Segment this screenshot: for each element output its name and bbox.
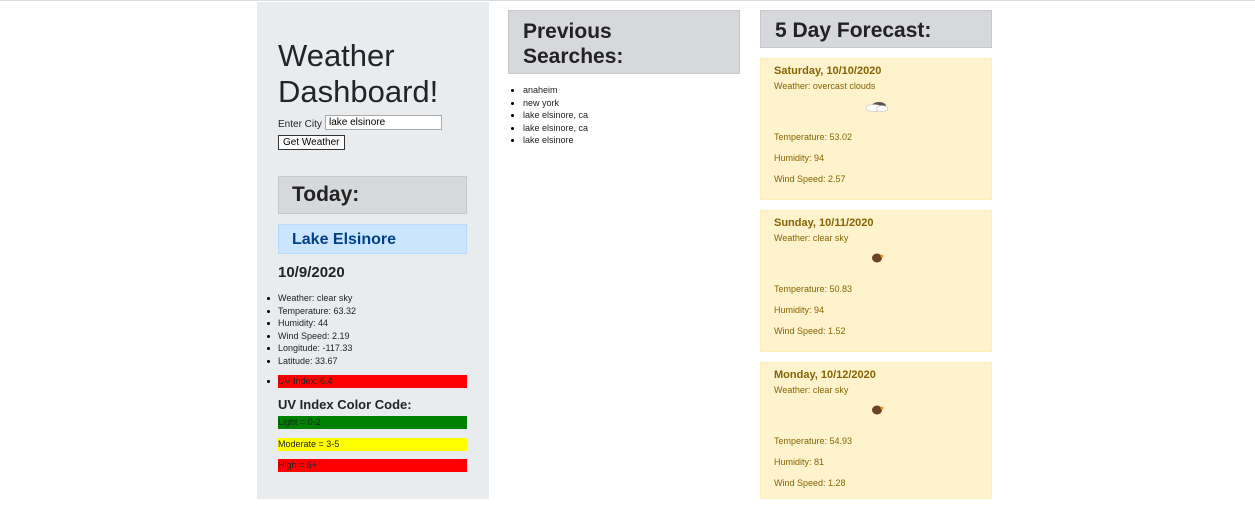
forecast-wind-speed: Wind Speed: 1.52 — [774, 326, 846, 336]
forecast-temperature: Temperature: 53.02 — [774, 132, 853, 142]
page-title: Weather Dashboard! — [278, 38, 468, 110]
previous-searches-heading: Previous Searches: — [523, 20, 624, 68]
previous-searches-header: Previous Searches: — [508, 10, 740, 74]
current-city-box: Lake Elsinore — [278, 224, 467, 254]
forecast-humidity: Humidity: 94 — [774, 305, 825, 315]
page-title-text: Weather Dashboard! — [278, 38, 439, 109]
today-header: Today: — [278, 176, 467, 214]
forecast-date: Monday, 10/12/2020 — [774, 369, 876, 381]
today-temperature: Temperature: 63.32 — [266, 305, 357, 316]
today-latitude: Latitude: 33.67 — [266, 355, 356, 368]
uv-index-badge: UV Index: 6.4 — [267, 375, 467, 388]
previous-search-item[interactable]: lake elsinore, ca — [510, 122, 588, 135]
overcast-clouds-icon — [865, 102, 889, 112]
uv-legend-high: High = 6+ — [278, 459, 467, 472]
forecast-card: Saturday, 10/10/2020 Weather: overcast c… — [760, 58, 992, 200]
forecast-humidity: Humidity: 81 — [774, 457, 825, 467]
forecast-date: Sunday, 10/11/2020 — [774, 217, 874, 229]
city-label: Enter City — [278, 119, 322, 130]
previous-search-item[interactable]: new york — [510, 97, 588, 110]
uv-legend-light: Light = 0-2 — [278, 416, 467, 429]
today-humidity: Humidity: 44 — [266, 317, 356, 330]
forecast-card: Monday, 10/12/2020 Weather: clear sky Te… — [760, 362, 992, 499]
forecast-heading: 5 Day Forecast: — [775, 19, 932, 42]
forecast-temperature: Temperature: 50.83 — [774, 284, 853, 294]
clear-sky-icon — [872, 253, 884, 263]
previous-search-item[interactable]: anaheim — [510, 84, 588, 97]
top-divider — [0, 0, 1255, 1]
previous-search-item[interactable]: lake elsinore — [510, 134, 588, 147]
forecast-card: Sunday, 10/11/2020 Weather: clear sky Te… — [760, 210, 992, 352]
forecast-wind-speed: Wind Speed: 2.57 — [774, 174, 846, 184]
forecast-humidity: Humidity: 94 — [774, 153, 825, 163]
today-details-list: Weather: clear sky Temperature: 63.32 Hu… — [266, 292, 357, 368]
uv-legend-heading: UV Index Color Code: — [278, 397, 412, 412]
forecast-weather: Weather: clear sky — [774, 233, 849, 243]
forecast-weather: Weather: overcast clouds — [774, 81, 876, 91]
previous-searches-list: anaheim new york lake elsinore, ca lake … — [510, 84, 588, 147]
today-longitude: Longitude: -117.33 — [266, 342, 356, 355]
current-city: Lake Elsinore — [292, 231, 397, 248]
forecast-header: 5 Day Forecast: — [760, 10, 992, 48]
left-panel: Weather Dashboard! Enter City Get Weathe… — [257, 2, 489, 499]
today-wind-speed: Wind Speed: 2.19 — [266, 330, 356, 343]
today-date: 10/9/2020 — [278, 264, 345, 281]
get-weather-button[interactable]: Get Weather — [278, 135, 345, 150]
today-weather: Weather: clear sky — [266, 292, 356, 305]
today-heading: Today: — [292, 183, 360, 206]
forecast-temperature: Temperature: 54.93 — [774, 436, 853, 446]
previous-search-item[interactable]: lake elsinore, ca — [510, 109, 588, 122]
forecast-date: Saturday, 10/10/2020 — [774, 65, 882, 77]
forecast-weather: Weather: clear sky — [774, 385, 849, 395]
uv-legend-moderate: Moderate = 3-5 — [278, 438, 467, 451]
city-input[interactable] — [325, 115, 442, 130]
forecast-wind-speed: Wind Speed: 1.28 — [774, 478, 846, 488]
clear-sky-icon — [872, 405, 884, 415]
